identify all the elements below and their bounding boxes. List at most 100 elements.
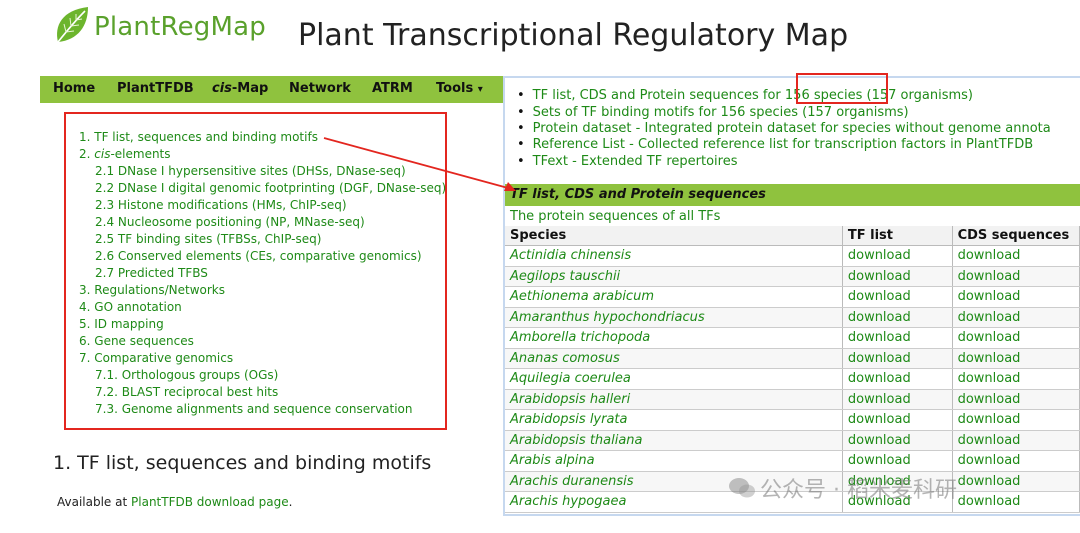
tf-list-download-link[interactable]: download <box>842 409 953 431</box>
logo-text[interactable]: PlantRegMap <box>94 12 266 42</box>
table-row: Arabidopsis thaliana download download <box>505 430 1080 451</box>
toc-item-rest: -elements <box>110 147 171 161</box>
species-name-link[interactable]: Arabidopsis thaliana <box>505 430 843 451</box>
cds-download-link[interactable]: download <box>952 368 1080 390</box>
section-heading: 1. TF list, sequences and binding motifs <box>53 452 432 474</box>
toc-item[interactable]: 2.5 TF binding sites (TFBSs, ChIP-seq) <box>95 232 321 246</box>
table-row: Aethionema arabicum download download <box>505 286 1080 308</box>
species-name-link[interactable]: Aethionema arabicum <box>505 286 843 308</box>
toc-item[interactable]: 2.3 Histone modifications (HMs, ChIP-seq… <box>95 198 347 212</box>
cds-download-link[interactable]: download <box>952 307 1080 328</box>
species-name-link[interactable]: Actinidia chinensis <box>505 245 843 267</box>
tf-list-download-link[interactable]: download <box>842 327 953 349</box>
species-name-link[interactable]: Amborella trichopoda <box>505 327 843 349</box>
cds-download-link[interactable]: download <box>952 450 1080 472</box>
toc-item[interactable]: 2.6 Conserved elements (CEs, comparative… <box>95 249 422 263</box>
nav-cis-map[interactable]: cis-Map <box>212 81 268 96</box>
species-name-link[interactable]: Aquilegia coerulea <box>505 368 843 390</box>
table-title-bar: TF list, CDS and Protein sequences <box>505 184 1080 206</box>
cds-download-link[interactable]: download <box>952 266 1080 287</box>
toc-item[interactable]: 7.1. Orthologous groups (OGs) <box>95 368 278 382</box>
available-prefix: Available at <box>57 495 132 509</box>
planttfdb-download-link[interactable]: PlantTFDB download page <box>131 495 289 509</box>
cds-download-link[interactable]: download <box>952 327 1080 349</box>
toc-item[interactable]: 4. GO annotation <box>79 300 182 314</box>
nav-tools[interactable]: Tools ▾ <box>436 81 483 96</box>
chevron-down-icon: ▾ <box>477 84 483 95</box>
cds-download-link[interactable]: download <box>952 389 1080 410</box>
wechat-icon <box>729 478 755 498</box>
tf-list-download-link[interactable]: download <box>842 389 953 410</box>
toc-item-cis: cis <box>94 147 111 161</box>
toc-item[interactable]: 7.2. BLAST reciprocal best hits <box>95 385 278 399</box>
column-header: CDS sequences <box>952 226 1080 246</box>
species-name-link[interactable]: Ananas comosus <box>505 348 843 369</box>
species-name-link[interactable]: Aegilops tauschii <box>505 266 843 287</box>
tf-list-download-link[interactable]: download <box>842 266 953 287</box>
cds-download-link[interactable]: download <box>952 245 1080 267</box>
tf-list-download-link[interactable]: download <box>842 348 953 369</box>
table-header-row: Species TF list CDS sequences <box>505 226 1080 246</box>
watermark-text: 公众号 · 稻米麦科研 <box>760 478 957 503</box>
toc-item[interactable]: 1. TF list, sequences and binding motifs <box>79 130 318 144</box>
cds-download-link[interactable]: download <box>952 286 1080 308</box>
nav-atrm[interactable]: ATRM <box>372 81 413 96</box>
nav-tools-label: Tools <box>436 81 474 96</box>
tf-list-download-link[interactable]: download <box>842 245 953 267</box>
site-title: Plant Transcriptional Regulatory Map <box>298 18 849 53</box>
table-row: Arabidopsis halleri download download <box>505 389 1080 410</box>
table-row: Arabidopsis lyrata download download <box>505 409 1080 431</box>
species-name-link[interactable]: Amaranthus hypochondriacus <box>505 307 843 328</box>
column-header: Species <box>505 226 843 246</box>
toc-item[interactable]: 2.7 Predicted TFBS <box>95 266 208 280</box>
table-row: Amaranthus hypochondriacus download downlo… <box>505 307 1080 328</box>
available-text: Available at PlantTFDB download page. <box>57 495 292 509</box>
cds-download-link[interactable]: download <box>952 348 1080 369</box>
species-table: Species TF list CDS sequences Actinidia … <box>505 226 1080 513</box>
table-title: TF list, CDS and Protein sequences <box>510 187 766 202</box>
annotation-arrow-icon <box>323 137 516 191</box>
bullet-item[interactable]: Protein dataset - Integrated protein dat… <box>517 121 1051 136</box>
nav-planttfdb[interactable]: PlantTFDB <box>117 81 194 96</box>
toc-item[interactable]: 7. Comparative genomics <box>79 351 233 365</box>
nav-network[interactable]: Network <box>289 81 351 96</box>
tf-list-download-link[interactable]: download <box>842 307 953 328</box>
column-header: TF list <box>842 226 953 246</box>
toc-item[interactable]: 7.3. Genome alignments and sequence cons… <box>95 402 413 416</box>
download-panel: TF list, CDS and Protein sequences for 1… <box>503 76 1080 516</box>
bullet-item[interactable]: TF list, CDS and Protein sequences for 1… <box>517 88 973 103</box>
toc-item[interactable]: 5. ID mapping <box>79 317 164 331</box>
bullet-item[interactable]: Reference List - Collected reference lis… <box>517 137 1033 152</box>
tf-list-download-link[interactable]: download <box>842 450 953 472</box>
nav-cis-prefix: cis <box>212 81 232 96</box>
toc-item[interactable]: 2. cis-elements <box>79 147 171 161</box>
table-row: Aquilegia coerulea download download <box>505 368 1080 390</box>
bullet-text: TF list, CDS and Protein sequences for <box>532 88 785 103</box>
toc-item[interactable]: 6. Gene sequences <box>79 334 194 348</box>
table-row: Aegilops tauschii download download <box>505 266 1080 287</box>
nav-home[interactable]: Home <box>53 81 95 96</box>
nav-cis-suffix: -Map <box>231 81 269 96</box>
table-row: Actinidia chinensis download download <box>505 245 1080 267</box>
species-count-highlight-box <box>796 73 888 104</box>
toc-item-number: 2. <box>79 147 95 161</box>
species-name-link[interactable]: Arabidopsis halleri <box>505 389 843 410</box>
table-subtitle-link[interactable]: The protein sequences of all TFs <box>510 209 720 224</box>
bullet-item[interactable]: Sets of TF binding motifs for 156 specie… <box>517 105 909 120</box>
cds-download-link[interactable]: download <box>952 491 1080 513</box>
toc-item[interactable]: 2.4 Nucleosome positioning (NP, MNase-se… <box>95 215 365 229</box>
tf-list-download-link[interactable]: download <box>842 430 953 451</box>
table-row: Amborella trichopoda download download <box>505 327 1080 349</box>
cds-download-link[interactable]: download <box>952 471 1080 492</box>
table-row: Arabis alpina download download <box>505 450 1080 472</box>
species-name-link[interactable]: Arabidopsis lyrata <box>505 409 843 431</box>
table-row: Ananas comosus download download <box>505 348 1080 369</box>
leaf-logo-icon[interactable] <box>52 4 92 46</box>
tf-list-download-link[interactable]: download <box>842 286 953 308</box>
cds-download-link[interactable]: download <box>952 409 1080 431</box>
toc-item[interactable]: 3. Regulations/Networks <box>79 283 225 297</box>
species-name-link[interactable]: Arabis alpina <box>505 450 843 472</box>
tf-list-download-link[interactable]: download <box>842 368 953 390</box>
bullet-item[interactable]: TFext - Extended TF repertoires <box>517 154 738 169</box>
cds-download-link[interactable]: download <box>952 430 1080 451</box>
